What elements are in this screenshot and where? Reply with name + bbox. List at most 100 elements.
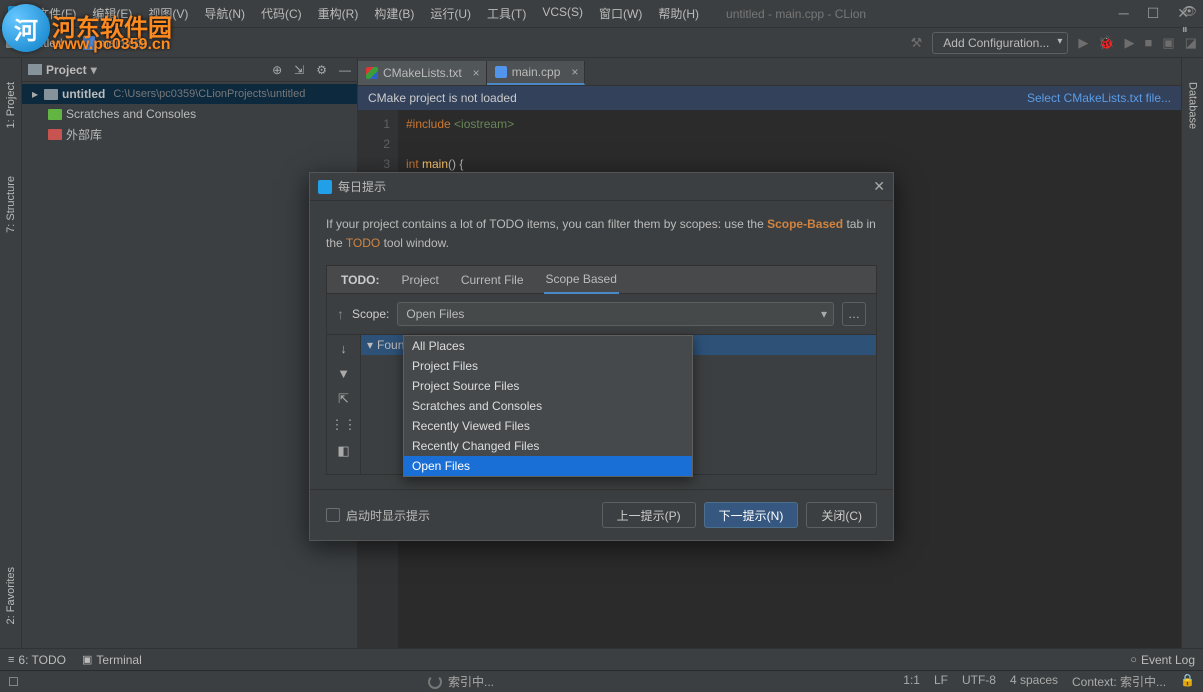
hammer-icon[interactable]: ⚒ — [911, 35, 923, 51]
breadcrumb-folder[interactable]: untitled — [24, 36, 63, 50]
checkbox-icon[interactable] — [326, 508, 340, 522]
titlebar: CL 文件(F) 编辑(E) 视图(V) 导航(N) 代码(C) 重构(R) 构… — [0, 0, 1203, 28]
hide-panel-icon[interactable]: — — [339, 63, 351, 77]
toolwindow-project-tab[interactable]: 1: Project — [3, 78, 19, 132]
tab-label: main.cpp — [512, 65, 561, 79]
minimize-icon[interactable]: ─ — [1119, 5, 1129, 22]
dropdown-item-project-files[interactable]: Project Files — [404, 356, 692, 376]
menu-window[interactable]: 窗口(W) — [592, 2, 649, 25]
toolwindow-favorites-tab[interactable]: 2: Favorites — [3, 563, 19, 628]
code-token: <iostream> — [454, 117, 514, 131]
menu-refactor[interactable]: 重构(R) — [311, 2, 366, 25]
menu-help[interactable]: 帮助(H) — [651, 2, 706, 25]
status-context[interactable]: Context: 索引中... — [1072, 673, 1166, 690]
scope-row: ↑ Scope: Open Files … — [326, 293, 877, 335]
menu-view[interactable]: 视图(V) — [141, 2, 195, 25]
stop-icon[interactable]: ■ — [1145, 35, 1153, 50]
lock-icon[interactable]: 🔒 — [1180, 673, 1195, 690]
dialog-title-bar[interactable]: 每日提示 ✕ — [310, 173, 893, 201]
project-panel-title[interactable]: Project — [46, 63, 87, 77]
dropdown-item-recently-viewed[interactable]: Recently Viewed Files — [404, 416, 692, 436]
folder-icon — [6, 37, 20, 48]
status-line-ending[interactable]: LF — [934, 673, 948, 690]
todo-tool-tab[interactable]: ≡6: TODO — [8, 653, 66, 667]
locate-icon[interactable]: ⊕ — [272, 63, 282, 77]
scratches-icon — [48, 109, 62, 120]
pause-analysis-icon[interactable]: ⏸ — [1182, 22, 1197, 37]
dropdown-item-open-files[interactable]: Open Files — [404, 456, 692, 476]
inspections-eye-icon[interactable]: 👁 — [1182, 4, 1197, 18]
gear-icon[interactable]: ⚙ — [316, 63, 327, 77]
menu-code[interactable]: 代码(C) — [254, 2, 309, 25]
library-icon — [48, 129, 62, 140]
close-icon[interactable]: ✕ — [873, 178, 885, 195]
scratches-label: Scratches and Consoles — [66, 107, 196, 121]
tip-fragment: tool window. — [380, 236, 449, 250]
menu-navigate[interactable]: 导航(N) — [197, 2, 252, 25]
scope-dropdown[interactable]: Open Files — [397, 302, 834, 326]
dropdown-item-project-source-files[interactable]: Project Source Files — [404, 376, 692, 396]
right-tool-strip: Database — [1181, 58, 1203, 648]
dropdown-item-scratches[interactable]: Scratches and Consoles — [404, 396, 692, 416]
editor-tabs: CMakeLists.txt × main.cpp × — [358, 58, 1181, 86]
status-indent[interactable]: 4 spaces — [1010, 673, 1058, 690]
close-dialog-button[interactable]: 关闭(C) — [806, 502, 877, 528]
collapse-all-icon[interactable]: ⇲ — [294, 63, 304, 77]
status-encoding[interactable]: UTF-8 — [962, 673, 996, 690]
arrow-up-icon[interactable]: ↑ — [337, 306, 344, 322]
toolwindow-structure-tab[interactable]: 7: Structure — [3, 172, 19, 237]
layout-icon[interactable]: ▣ — [1162, 35, 1174, 51]
menu-vcs[interactable]: VCS(S) — [535, 2, 590, 25]
status-position[interactable]: 1:1 — [903, 673, 920, 690]
menu-file[interactable]: 文件(F) — [30, 2, 83, 25]
prev-tip-button[interactable]: 上一提示(P) — [602, 502, 696, 528]
show-on-startup-checkbox[interactable]: 启动时显示提示 — [326, 507, 430, 524]
run-icon[interactable]: ▶ — [1078, 35, 1088, 51]
tree-scratches[interactable]: Scratches and Consoles — [22, 104, 357, 124]
project-tree: ▸ untitled C:\Users\pc0359\CLionProjects… — [22, 82, 357, 146]
breadcrumb-file[interactable]: main.cpp — [99, 36, 148, 50]
tab-cmakelists[interactable]: CMakeLists.txt × — [358, 61, 487, 85]
toolwindow-database-tab[interactable]: Database — [1185, 78, 1201, 133]
scope-more-button[interactable]: … — [842, 302, 866, 326]
code-token: main — [422, 157, 448, 171]
run-with-coverage-icon[interactable]: ▶ — [1125, 35, 1135, 51]
menu-run[interactable]: 运行(U) — [423, 2, 478, 25]
group-by-icon[interactable]: ⋮⋮ — [331, 417, 357, 433]
dialog-footer: 启动时显示提示 上一提示(P) 下一提示(N) 关闭(C) — [310, 489, 893, 540]
toolbar: untitled 〉 main.cpp ⚒ Add Configuration.… — [0, 28, 1203, 58]
collapse-icon[interactable]: ▾ — [367, 338, 373, 352]
bottom-tool-tabs: ≡6: TODO ▣Terminal ○Event Log — [0, 648, 1203, 670]
project-panel: Project ▾ ⊕ ⇲ ⚙ — ▸ untitled C:\Users\pc… — [22, 58, 358, 648]
close-icon[interactable]: × — [571, 65, 578, 79]
todo-tab-scope-based[interactable]: Scope Based — [544, 266, 619, 294]
expand-tree-icon[interactable]: ⇱ — [338, 391, 349, 407]
cpp-file-icon — [83, 36, 95, 50]
next-tip-button[interactable]: 下一提示(N) — [704, 502, 799, 528]
menu-tools[interactable]: 工具(T) — [480, 2, 533, 25]
chevron-down-icon[interactable]: ▾ — [91, 63, 97, 77]
menu-build[interactable]: 构建(B) — [367, 2, 421, 25]
maximize-icon[interactable]: ☐ — [1147, 5, 1160, 22]
filter-icon[interactable]: ▼ — [337, 366, 350, 381]
run-configuration-dropdown[interactable]: Add Configuration... — [932, 32, 1068, 54]
dropdown-item-all-places[interactable]: All Places — [404, 336, 692, 356]
arrow-down-icon[interactable]: ↓ — [340, 341, 347, 356]
terminal-tool-tab[interactable]: ▣Terminal — [82, 653, 142, 667]
tab-main-cpp[interactable]: main.cpp × — [487, 61, 586, 85]
status-indexing: 索引中... — [448, 673, 494, 690]
tree-external-libs[interactable]: 外部库 — [22, 124, 357, 144]
line-number: 3 — [358, 154, 390, 174]
dropdown-item-recently-changed[interactable]: Recently Changed Files — [404, 436, 692, 456]
tool-windows-icon[interactable]: ☐ — [8, 675, 19, 689]
todo-tab-project[interactable]: Project — [399, 267, 440, 293]
debug-icon[interactable]: 🐞 — [1098, 35, 1114, 51]
menu-edit[interactable]: 编辑(E) — [85, 2, 139, 25]
close-icon[interactable]: × — [473, 66, 480, 80]
notice-link[interactable]: Select CMakeLists.txt file... — [1027, 91, 1171, 105]
expand-icon[interactable]: ▸ — [30, 87, 40, 101]
eventlog-tool-tab[interactable]: ○Event Log — [1130, 653, 1195, 667]
preview-icon[interactable]: ◧ — [337, 443, 349, 459]
tree-root[interactable]: ▸ untitled C:\Users\pc0359\CLionProjects… — [22, 84, 357, 104]
todo-tab-current-file[interactable]: Current File — [459, 267, 526, 293]
